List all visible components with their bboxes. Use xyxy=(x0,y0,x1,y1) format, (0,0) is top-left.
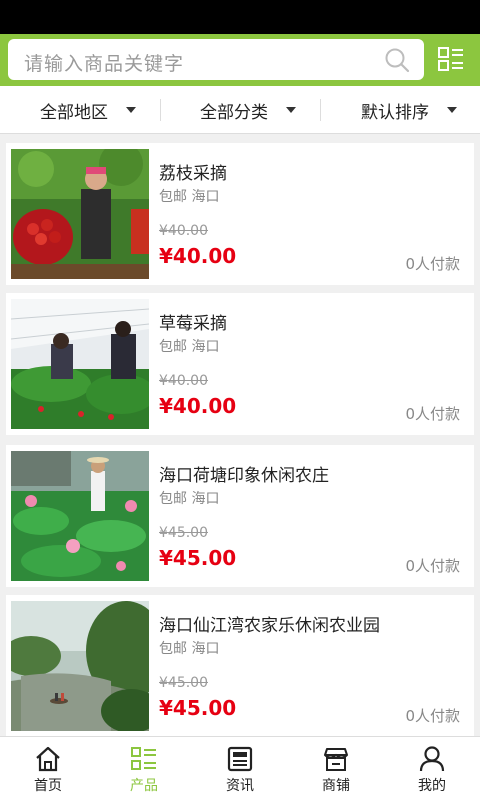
product-price: ¥40.00 xyxy=(159,394,237,418)
search-input[interactable]: 请输入商品关键字 xyxy=(8,39,424,80)
nav-shop[interactable]: 商铺 xyxy=(288,737,384,800)
shop-icon xyxy=(324,748,348,771)
nav-news[interactable]: 资讯 xyxy=(192,737,288,800)
filter-sort[interactable]: 默认排序 xyxy=(361,86,457,134)
top-bar: 请输入商品关键字 xyxy=(0,34,480,86)
search-icon[interactable] xyxy=(384,47,410,73)
product-paid-count: 0人付款 xyxy=(405,405,460,423)
status-bar xyxy=(0,0,480,34)
divider xyxy=(160,99,161,121)
chevron-down-icon xyxy=(286,107,296,113)
chevron-down-icon xyxy=(126,107,136,113)
product-card[interactable]: 海口荷塘印象休闲农庄 包邮 海口 ¥45.00 ¥45.00 0人付款 xyxy=(6,445,474,587)
product-price: ¥45.00 xyxy=(159,696,237,720)
nav-me-label: 我的 xyxy=(418,778,446,794)
nav-home[interactable]: 首页 xyxy=(0,737,96,800)
product-image-lotus[interactable] xyxy=(11,451,149,581)
category-grid-icon[interactable] xyxy=(436,45,466,75)
product-price: ¥40.00 xyxy=(159,244,237,268)
search-placeholder: 请输入商品关键字 xyxy=(24,53,185,75)
product-image-lychee[interactable] xyxy=(11,149,149,279)
nav-products[interactable]: 产品 xyxy=(96,737,192,800)
product-price: ¥45.00 xyxy=(159,546,237,570)
product-shipping: 包邮 海口 xyxy=(159,641,220,657)
product-shipping: 包邮 海口 xyxy=(159,189,220,205)
product-shipping: 包邮 海口 xyxy=(159,339,220,355)
list-icon xyxy=(131,747,156,770)
home-icon xyxy=(36,746,60,772)
product-old-price: ¥45.00 xyxy=(159,525,208,541)
product-paid-count: 0人付款 xyxy=(405,707,460,725)
filter-sort-label: 默认排序 xyxy=(361,102,429,123)
nav-products-label: 产品 xyxy=(130,778,158,794)
product-old-price: ¥40.00 xyxy=(159,223,208,239)
user-icon xyxy=(419,746,445,772)
nav-news-label: 资讯 xyxy=(226,778,254,794)
filter-region[interactable]: 全部地区 xyxy=(40,86,136,134)
product-paid-count: 0人付款 xyxy=(405,557,460,575)
product-card[interactable]: 草莓采摘 包邮 海口 ¥40.00 ¥40.00 0人付款 xyxy=(6,293,474,435)
product-card[interactable]: 海口仙江湾农家乐休闲农业园 包邮 海口 ¥45.00 ¥45.00 0人付款 xyxy=(6,595,474,737)
product-old-price: ¥45.00 xyxy=(159,675,208,691)
divider xyxy=(320,99,321,121)
product-card[interactable]: 荔枝采摘 包邮 海口 ¥40.00 ¥40.00 0人付款 xyxy=(6,143,474,285)
chevron-down-icon xyxy=(447,107,457,113)
product-title[interactable]: 荔枝采摘 xyxy=(159,159,227,184)
nav-home-label: 首页 xyxy=(34,778,62,794)
filter-category[interactable]: 全部分类 xyxy=(200,86,296,134)
nav-shop-label: 商铺 xyxy=(322,778,350,794)
product-image-strawberry[interactable] xyxy=(11,299,149,429)
product-old-price: ¥40.00 xyxy=(159,373,208,389)
product-shipping: 包邮 海口 xyxy=(159,491,220,507)
filter-region-label: 全部地区 xyxy=(40,102,108,123)
nav-me[interactable]: 我的 xyxy=(384,737,480,800)
bottom-nav: 首页 产品 资讯 商铺 我的 xyxy=(0,736,480,800)
product-image-river[interactable] xyxy=(11,601,149,731)
filter-category-label: 全部分类 xyxy=(200,102,268,123)
product-title[interactable]: 海口仙江湾农家乐休闲农业园 xyxy=(159,611,380,636)
product-title[interactable]: 草莓采摘 xyxy=(159,309,227,334)
product-title[interactable]: 海口荷塘印象休闲农庄 xyxy=(159,461,329,486)
news-icon xyxy=(227,746,253,772)
product-paid-count: 0人付款 xyxy=(405,255,460,273)
filter-bar: 全部地区 全部分类 默认排序 xyxy=(0,86,480,134)
